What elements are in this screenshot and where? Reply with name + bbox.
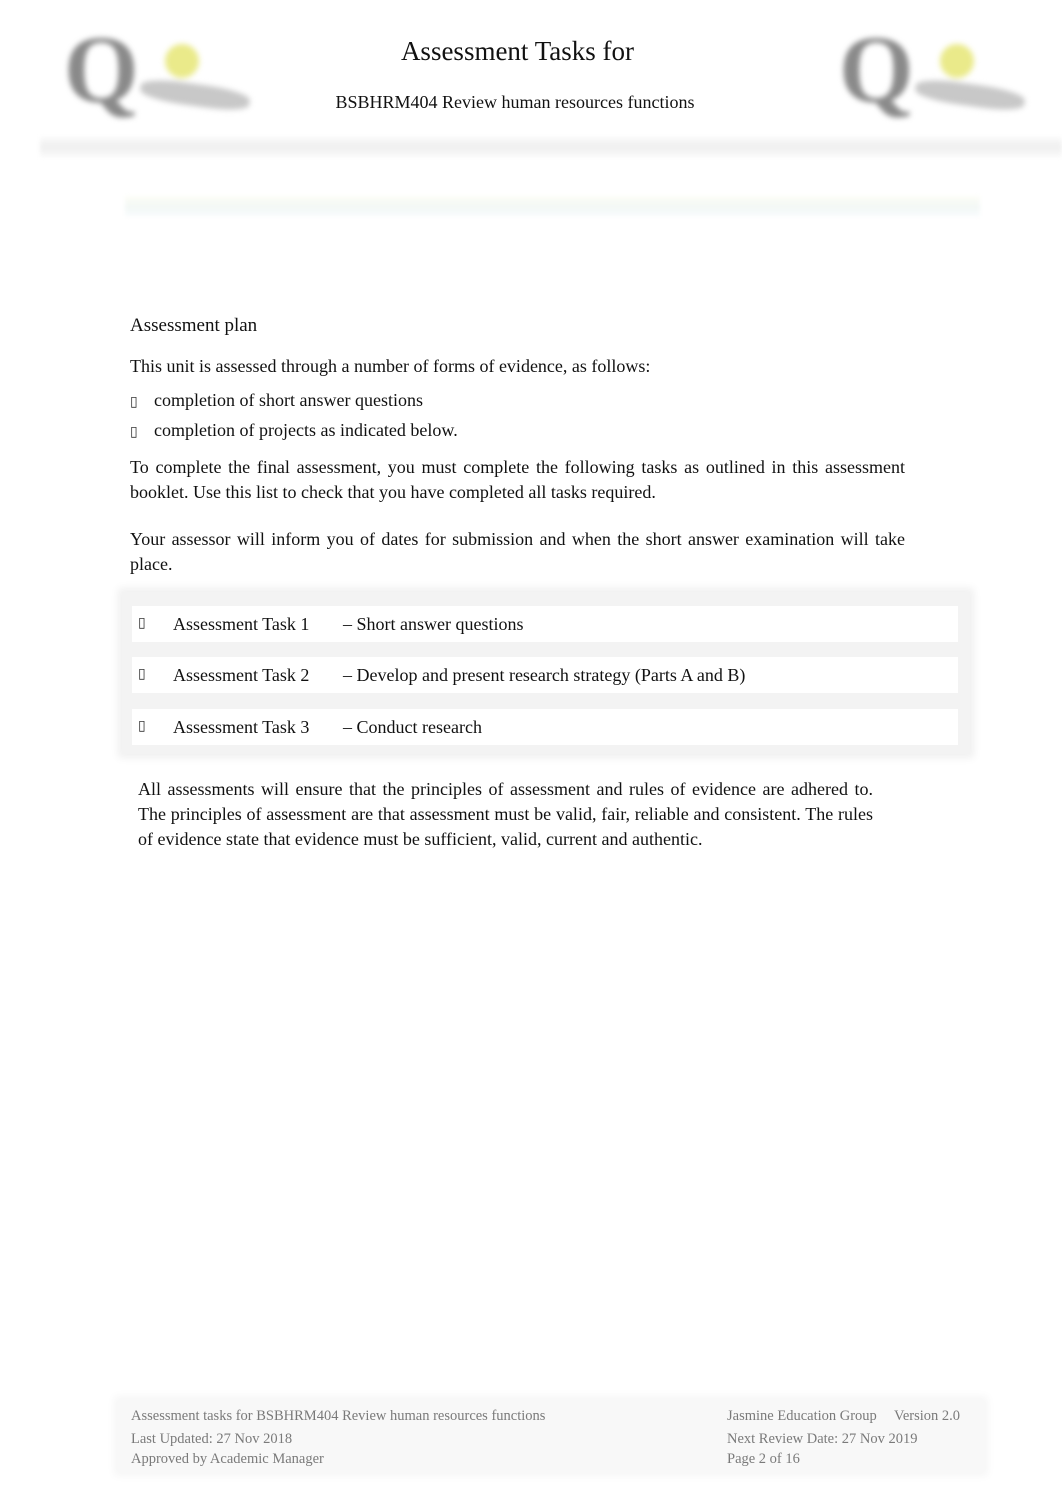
page-footer: Assessment tasks for BSBHRM404 Review hu… xyxy=(118,1400,984,1472)
instructions-paragraph: To complete the final assessment, you mu… xyxy=(130,457,905,502)
checkbox-icon: ▯ xyxy=(138,667,146,682)
intro-paragraph: This unit is assessed through a number o… xyxy=(130,356,651,376)
list-item: ▯ completion of projects as indicated bel… xyxy=(130,420,458,441)
footer-document-title: Assessment tasks for BSBHRM404 Review hu… xyxy=(131,1408,546,1424)
task-row: ▯ Assessment Task 3 – Conduct research xyxy=(132,709,958,745)
bullet-icon: ▯ xyxy=(130,395,138,410)
section-divider xyxy=(125,196,980,216)
list-item-text: completion of short answer questions xyxy=(154,390,423,410)
task-row: ▯ Assessment Task 1 – Short answer quest… xyxy=(132,606,958,642)
document-title: Assessment Tasks for xyxy=(400,36,635,66)
checkbox-icon: ▯ xyxy=(138,719,146,734)
task-description: – Short answer questions xyxy=(343,614,524,634)
footer-next-review: Next Review Date: 27 Nov 2019 xyxy=(727,1431,918,1447)
section-heading: Assessment plan xyxy=(130,315,258,336)
list-item-text: completion of projects as indicated belo… xyxy=(154,420,458,440)
task-name: Assessment Task 2 xyxy=(173,665,310,685)
bullet-icon: ▯ xyxy=(130,425,138,440)
footer-version: Version 2.0 xyxy=(894,1408,961,1424)
task-row: ▯ Assessment Task 2 – Develop and presen… xyxy=(132,657,958,693)
footer-organisation: Jasmine Education Group xyxy=(727,1408,877,1424)
document-subtitle: BSBHRM404 Review human resources functio… xyxy=(335,92,695,112)
task-description: – Develop and present research strategy … xyxy=(343,665,746,685)
checkbox-icon: ▯ xyxy=(138,616,146,631)
assessor-note-paragraph: Your assessor will inform you of dates f… xyxy=(130,529,905,574)
task-name: Assessment Task 3 xyxy=(173,717,310,737)
task-checklist: ▯ Assessment Task 1 – Short answer quest… xyxy=(122,592,970,754)
principles-paragraph: All assessments will ensure that the pri… xyxy=(138,779,873,849)
footer-approved-by: Approved by Academic Manager xyxy=(131,1451,324,1467)
task-name: Assessment Task 1 xyxy=(173,614,310,634)
task-description: – Conduct research xyxy=(343,717,482,737)
list-item: ▯ completion of short answer questions xyxy=(130,390,423,411)
footer-page-number: Page 2 of 16 xyxy=(727,1451,800,1467)
footer-last-updated: Last Updated: 27 Nov 2018 xyxy=(131,1431,293,1447)
header-divider xyxy=(40,137,1062,157)
